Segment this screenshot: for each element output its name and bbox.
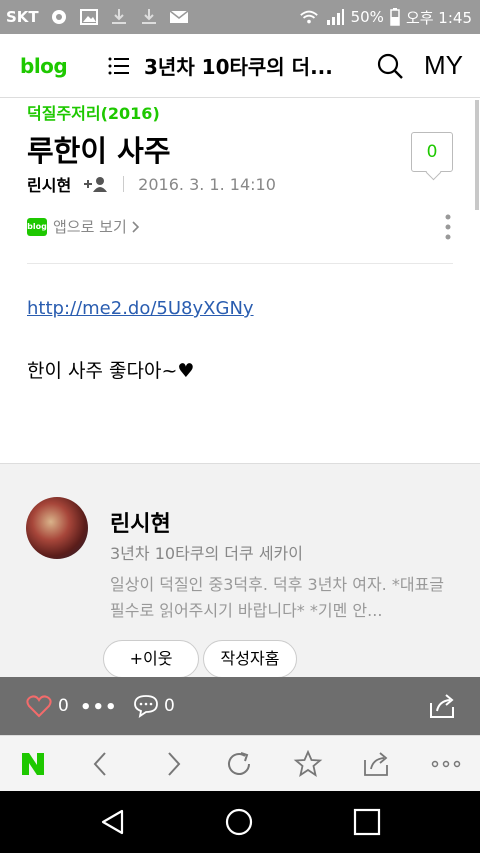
profile-name[interactable]: 린시현 (110, 506, 171, 538)
app-bar: blog 3년차 10타쿠의 더... MY (0, 34, 480, 98)
search-icon[interactable] (376, 52, 404, 80)
post-category[interactable]: 덕질주저리(2016) (27, 100, 160, 124)
download-icon (141, 9, 156, 24)
gallery-icon (79, 9, 98, 25)
system-nav-bar (0, 791, 480, 853)
blog-title-button[interactable]: 3년차 10타쿠의 더... (108, 51, 333, 80)
carrier-label: SKT (6, 8, 39, 26)
author-profile-card: 린시현 3년차 10타쿠의 더쿠 세카이 일상이 덕질인 중3덕후. 덕후 3년… (0, 463, 480, 678)
battery-percent: 50% (350, 8, 384, 26)
browser-toolbar (0, 735, 480, 791)
refresh-icon[interactable] (225, 750, 255, 778)
scroll-indicator (475, 100, 479, 210)
wifi-icon (299, 10, 318, 24)
back-icon[interactable] (86, 750, 116, 778)
profile-description: 일상이 덕질인 중3덕후. 덕후 3년차 여자. *대표글 필수로 읽어주시기 … (110, 575, 445, 620)
nav-recents-icon[interactable] (352, 807, 382, 837)
blog-logo[interactable]: blog (20, 54, 90, 78)
post-date: 2016. 3. 1. 14:10 (138, 174, 276, 194)
divider (123, 176, 125, 192)
comment-count-button[interactable]: 0 (411, 132, 453, 172)
author-name[interactable]: 린시현 (27, 172, 71, 196)
app-view-label: 앱으로 보기 (53, 218, 127, 236)
battery-icon (390, 8, 400, 26)
mail-icon (169, 10, 189, 23)
bookmark-star-icon[interactable] (293, 750, 323, 778)
share-icon[interactable] (428, 693, 456, 719)
blog-title: 3년차 10타쿠의 더... (144, 55, 333, 79)
my-button[interactable]: MY (424, 50, 463, 81)
comment-icon[interactable] (133, 694, 159, 718)
list-menu-icon (108, 57, 129, 74)
download-icon (111, 9, 126, 24)
signal-icon (326, 9, 344, 25)
comment-count: 0 (164, 696, 175, 716)
post-action-bar: 0 ••• 0 (0, 677, 480, 735)
more-options-icon[interactable] (444, 214, 452, 240)
header-divider (27, 263, 453, 264)
author-home-button[interactable]: 작성자홈 (203, 640, 297, 678)
status-bar: SKT 50% 오후 1:45 (0, 0, 480, 34)
like-icon[interactable] (26, 694, 52, 718)
profile-blog-name: 3년차 10타쿠의 더쿠 세카이 (110, 544, 303, 563)
forward-icon[interactable] (158, 750, 188, 778)
post-title: 루한이 사주 (27, 134, 171, 168)
post-body-text: 한이 사주 좋다아~♥ (27, 360, 195, 382)
like-count: 0 (58, 696, 69, 716)
blog-app-icon: blog (27, 217, 47, 236)
like-more-button[interactable]: ••• (80, 697, 118, 718)
author-row: 린시현 2016. 3. 1. 14:10 (27, 172, 276, 196)
clock: 오후 1:45 (405, 8, 472, 27)
nav-back-icon[interactable] (98, 807, 128, 837)
naver-logo-icon[interactable] (18, 750, 48, 778)
browser-share-icon[interactable] (362, 750, 392, 778)
add-neighbor-button[interactable]: +이웃 (103, 640, 199, 678)
browser-more-icon[interactable] (430, 750, 462, 778)
chevron-right-icon (132, 220, 139, 233)
nav-home-icon[interactable] (224, 807, 254, 837)
post-link[interactable]: http://me2.do/5U8yXGNy (27, 298, 254, 319)
notification-app-icon (51, 10, 66, 24)
open-in-app-link[interactable]: blog 앱으로 보기 (27, 216, 141, 237)
add-neighbor-icon[interactable] (83, 176, 109, 192)
avatar[interactable] (26, 497, 88, 559)
